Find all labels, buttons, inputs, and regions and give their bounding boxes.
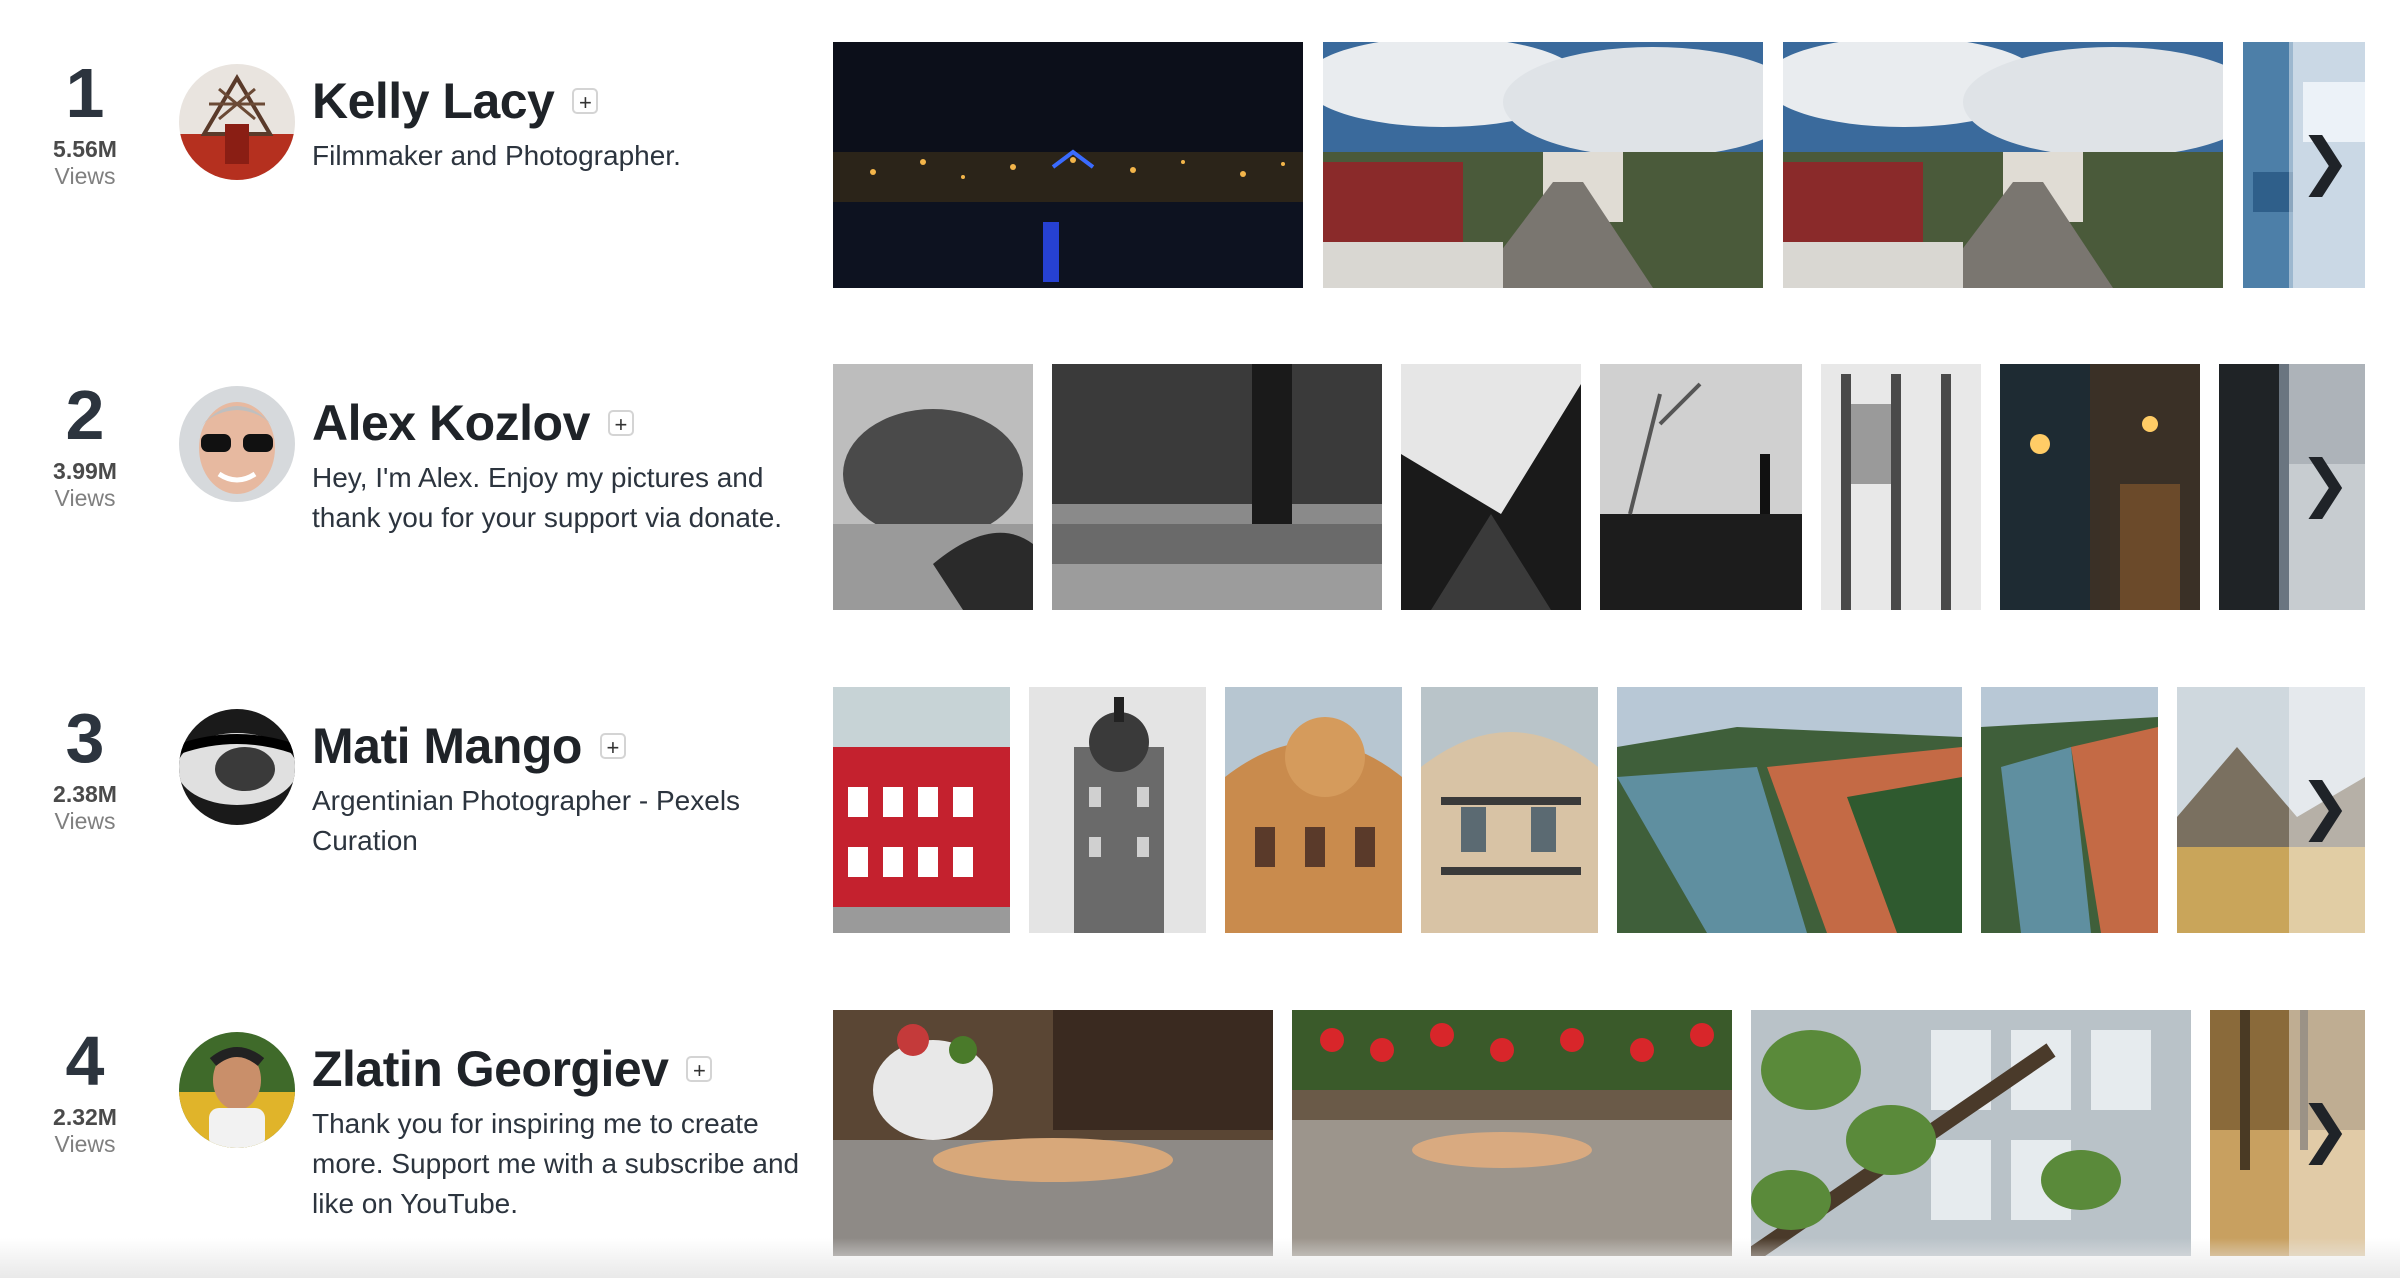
photo-thumbnail[interactable]	[1421, 687, 1598, 933]
views-label: Views	[54, 1131, 116, 1157]
rank-block: 4 2.32M Views	[20, 1026, 150, 1157]
photo-thumbnail[interactable]	[833, 364, 1033, 610]
next-arrow-icon[interactable]: ❯	[2299, 122, 2351, 202]
follow-button[interactable]: +	[572, 88, 599, 115]
photo-thumbnail[interactable]	[833, 1010, 1273, 1256]
photo-thumbnail[interactable]	[1783, 42, 2223, 288]
follow-button[interactable]: +	[686, 1056, 713, 1083]
photo-thumbnail[interactable]	[1981, 687, 2158, 933]
photo-thumbnail[interactable]	[1029, 687, 1206, 933]
views-count: 2.38M	[53, 781, 117, 807]
rank-number: 3	[65, 699, 105, 777]
photo-thumbnail[interactable]	[833, 687, 1010, 933]
photographer-row: 2 3.99M Views Alex Kozlov + Hey, I'm Ale…	[0, 322, 2400, 610]
photographer-name[interactable]: Kelly Lacy	[312, 72, 555, 130]
photographer-bio: Hey, I'm Alex. Enjoy my pictures and tha…	[312, 462, 783, 533]
photographer-bio: Argentinian Photographer - Pexels Curati…	[312, 785, 741, 856]
photographer-name[interactable]: Zlatin Georgiev	[312, 1040, 669, 1098]
photo-thumbnail[interactable]	[1600, 364, 1802, 610]
follow-button[interactable]: +	[599, 733, 626, 760]
photo-thumbnail[interactable]	[833, 42, 1303, 288]
rank-block: 3 2.38M Views	[20, 703, 150, 834]
name-line: Kelly Lacy +	[312, 72, 599, 130]
photo-strip: ❯	[833, 364, 2365, 610]
photo-thumbnail[interactable]	[1821, 364, 1981, 610]
photo-thumbnail[interactable]	[2000, 364, 2200, 610]
name-line: Zlatin Georgiev +	[312, 1040, 713, 1098]
photo-thumbnail[interactable]	[1751, 1010, 2191, 1256]
views-count: 3.99M	[53, 458, 117, 484]
photo-strip: ❯	[833, 687, 2365, 933]
next-arrow-icon[interactable]: ❯	[2299, 444, 2351, 524]
name-line: Alex Kozlov +	[312, 394, 634, 452]
rank-block: 2 3.99M Views	[20, 380, 150, 511]
rank-block: 1 5.56M Views	[20, 58, 150, 189]
rank-number: 1	[65, 54, 105, 132]
photographer-row: 4 2.32M Views Zlatin Georgiev + Thank yo…	[0, 968, 2400, 1256]
next-arrow-icon[interactable]: ❯	[2299, 1090, 2351, 1170]
photo-strip: ❯	[833, 42, 2365, 288]
avatar[interactable]	[179, 709, 295, 825]
photo-thumbnail[interactable]	[1225, 687, 1402, 933]
views-count: 2.32M	[53, 1104, 117, 1130]
photographer-name[interactable]: Mati Mango	[312, 717, 582, 775]
photographer-row: 3 2.38M Views Mati Mango + Argentinian P…	[0, 645, 2400, 933]
rank-number: 2	[65, 376, 105, 454]
rank-number: 4	[65, 1022, 105, 1100]
photo-strip: ❯	[833, 1010, 2365, 1256]
photographer-name[interactable]: Alex Kozlov	[312, 394, 590, 452]
photographer-row: 1 5.56M Views Kelly Lacy + Filmmaker and…	[0, 0, 2400, 288]
avatar[interactable]	[179, 64, 295, 180]
next-arrow-icon[interactable]: ❯	[2299, 767, 2351, 847]
photographer-bio: Filmmaker and Photographer.	[312, 140, 681, 171]
photo-thumbnail[interactable]	[1292, 1010, 1732, 1256]
photographer-bio: Thank you for inspiring me to create mor…	[312, 1108, 800, 1219]
views-count: 5.56M	[53, 136, 117, 162]
views-label: Views	[54, 808, 116, 834]
photo-thumbnail[interactable]	[1323, 42, 1763, 288]
photo-thumbnail[interactable]	[1052, 364, 1382, 610]
views-label: Views	[54, 163, 116, 189]
follow-button[interactable]: +	[607, 410, 634, 437]
avatar[interactable]	[179, 1032, 295, 1148]
bottom-shade	[0, 1238, 2400, 1278]
avatar[interactable]	[179, 386, 295, 502]
photo-thumbnail[interactable]	[1617, 687, 1962, 933]
name-line: Mati Mango +	[312, 717, 626, 775]
views-label: Views	[54, 485, 116, 511]
photo-thumbnail[interactable]	[1401, 364, 1581, 610]
